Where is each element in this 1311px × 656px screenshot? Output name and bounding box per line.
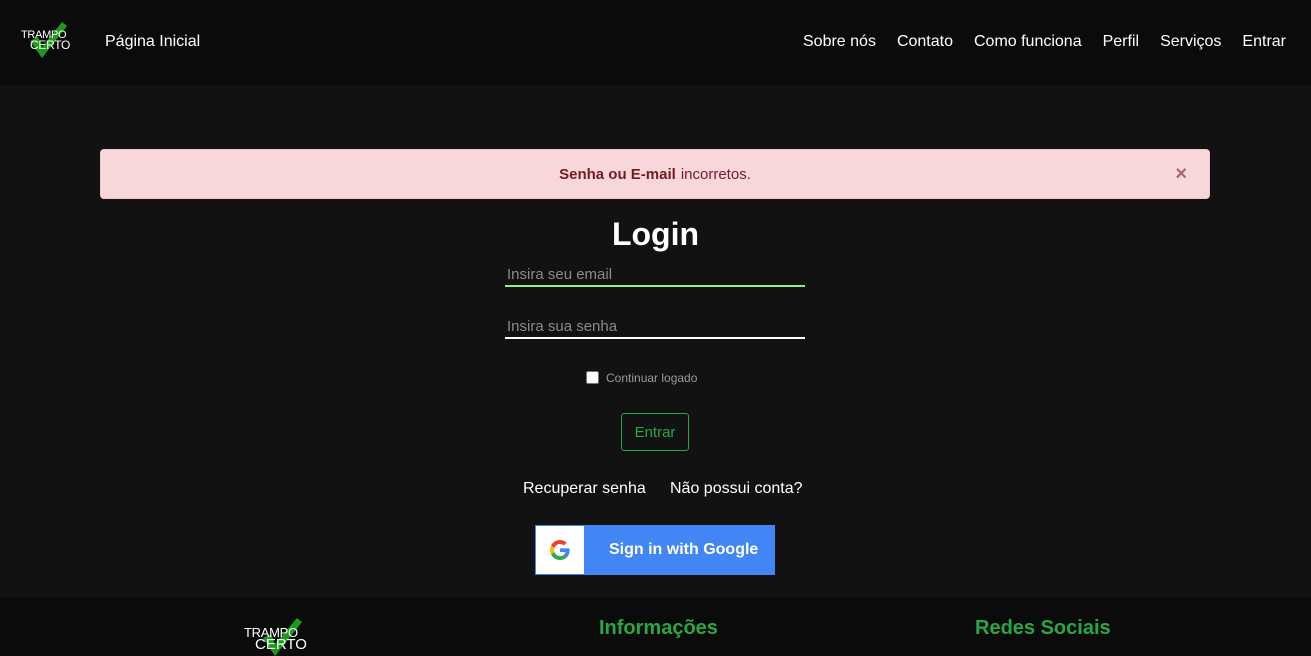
footer-logo[interactable]: TRAMPO CERTO — [243, 616, 313, 656]
alert-text: incorretos. — [680, 165, 751, 183]
brand-logo[interactable]: TRAMPO CERTO — [20, 21, 76, 59]
nav-link-sobre[interactable]: Sobre nós — [803, 33, 876, 51]
nav-links: Sobre nós Contato Como funciona Perfil S… — [803, 33, 1286, 51]
google-button-label: Sign in with Google — [609, 541, 759, 558]
remember-me: Continuar logado — [586, 369, 697, 385]
nav-home-link[interactable]: Página Inicial — [105, 33, 200, 51]
nav-link-perfil[interactable]: Perfil — [1103, 33, 1139, 51]
recover-password-link[interactable]: Recuperar senha — [523, 480, 646, 498]
login-title: Login — [611, 216, 700, 252]
alert-strong-text: Senha ou E-mail — [559, 165, 676, 183]
nav-link-contato[interactable]: Contato — [897, 33, 953, 51]
password-field[interactable] — [505, 315, 805, 339]
google-icon — [550, 540, 570, 560]
footer-logo-text-certo: CERTO — [255, 636, 307, 653]
login-submit-button[interactable]: Entrar — [621, 413, 689, 451]
nav-link-entrar[interactable]: Entrar — [1242, 33, 1286, 51]
close-icon[interactable]: × — [1175, 164, 1187, 184]
google-signin-button[interactable]: Sign in with Google — [535, 525, 775, 575]
register-link[interactable]: Não possui conta? — [670, 480, 803, 498]
nav-link-servicos[interactable]: Serviços — [1160, 33, 1221, 51]
footer: TRAMPO CERTO Informações Redes Sociais — [0, 598, 1311, 656]
footer-social-heading: Redes Sociais — [975, 617, 1111, 639]
google-icon-container — [536, 526, 584, 574]
email-field[interactable] — [505, 263, 805, 287]
logo-text-certo: CERTO — [30, 38, 71, 52]
remember-label: Continuar logado — [606, 371, 698, 385]
footer-info-heading: Informações — [599, 617, 718, 639]
navbar: TRAMPO CERTO Página Inicial Sobre nós Co… — [0, 0, 1311, 85]
remember-checkbox[interactable] — [586, 370, 599, 384]
error-alert: Senha ou E-mail incorretos. × — [100, 149, 1210, 199]
nav-link-como-funciona[interactable]: Como funciona — [974, 33, 1082, 51]
